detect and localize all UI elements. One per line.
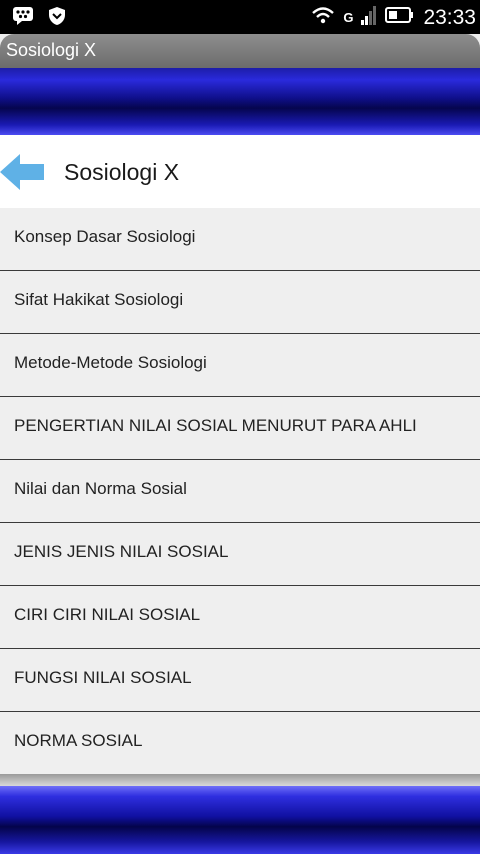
list-item[interactable]: Nilai dan Norma Sosial	[0, 460, 480, 523]
list-item-label: PENGERTIAN NILAI SOSIAL MENURUT PARA AHL…	[14, 416, 417, 435]
list-item[interactable]: NORMA SOSIAL	[0, 712, 480, 775]
network-type-label: G	[343, 10, 354, 25]
app-title: Sosiologi X	[6, 40, 97, 60]
list-item[interactable]: PENGERTIAN NILAI SOSIAL MENURUT PARA AHL…	[0, 397, 480, 460]
list-item[interactable]: Konsep Dasar Sosiologi	[0, 208, 480, 271]
status-bar: G 23:33	[0, 0, 480, 34]
page-header: Sosiologi X	[0, 135, 480, 208]
app-title-bar: Sosiologi X	[0, 34, 480, 68]
shield-icon	[48, 6, 66, 31]
list-item[interactable]: Metode-Metode Sosiologi	[0, 334, 480, 397]
list-item-label: Metode-Metode Sosiologi	[14, 353, 207, 372]
wifi-icon	[311, 5, 335, 30]
list-item-label: NORMA SOSIAL	[14, 731, 143, 750]
bottom-shadow-divider	[0, 774, 480, 786]
menu-list: Konsep Dasar Sosiologi Sifat Hakikat Sos…	[0, 208, 480, 775]
page-title: Sosiologi X	[64, 159, 180, 185]
list-item-label: Nilai dan Norma Sosial	[14, 479, 187, 498]
list-item-label: CIRI CIRI NILAI SOSIAL	[14, 605, 201, 624]
bottom-banner	[0, 786, 480, 854]
list-item-label: Konsep Dasar Sosiologi	[14, 227, 196, 246]
signal-icon	[361, 4, 377, 31]
list-item-label: Sifat Hakikat Sosiologi	[14, 290, 184, 309]
list-item[interactable]: JENIS JENIS NILAI SOSIAL	[0, 523, 480, 586]
top-banner	[0, 68, 480, 135]
back-arrow-icon[interactable]	[0, 153, 46, 191]
list-item[interactable]: CIRI CIRI NILAI SOSIAL	[0, 586, 480, 649]
list-item[interactable]: FUNGSI NILAI SOSIAL	[0, 649, 480, 712]
battery-icon	[385, 5, 415, 30]
bbm-icon	[12, 6, 34, 31]
list-item[interactable]: Sifat Hakikat Sosiologi	[0, 271, 480, 334]
list-item-label: JENIS JENIS NILAI SOSIAL	[14, 542, 229, 561]
status-time: 23:33	[423, 5, 476, 29]
list-item-label: FUNGSI NILAI SOSIAL	[14, 668, 192, 687]
